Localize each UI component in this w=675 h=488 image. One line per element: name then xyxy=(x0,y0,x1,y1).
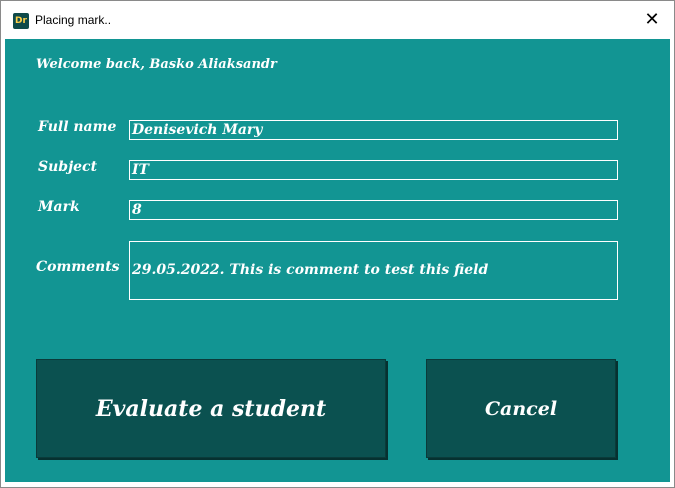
mark-label: Mark xyxy=(38,199,80,215)
app-icon: Dr xyxy=(13,13,29,29)
cancel-button[interactable]: Cancel xyxy=(426,359,616,458)
dialog-window: Dr Placing mark.. ✕ Welcome back, Basko … xyxy=(0,0,675,488)
mark-field[interactable]: 8 xyxy=(129,200,618,220)
title-bar: Dr Placing mark.. ✕ xyxy=(1,1,674,39)
full-name-field[interactable]: Denisevich Mary xyxy=(129,120,618,140)
evaluate-student-button[interactable]: Evaluate a student xyxy=(36,359,386,458)
subject-field[interactable]: IT xyxy=(129,160,618,180)
comments-label: Comments xyxy=(36,259,120,275)
comments-field[interactable]: 29.05.2022. This is comment to test this… xyxy=(129,241,618,300)
welcome-text: Welcome back, Basko Aliaksandr xyxy=(36,57,277,72)
window-title: Placing mark.. xyxy=(35,13,112,27)
form-panel: Welcome back, Basko Aliaksandr Full name… xyxy=(5,39,670,482)
close-icon[interactable]: ✕ xyxy=(631,5,673,35)
full-name-label: Full name xyxy=(38,119,117,135)
subject-label: Subject xyxy=(38,159,98,175)
